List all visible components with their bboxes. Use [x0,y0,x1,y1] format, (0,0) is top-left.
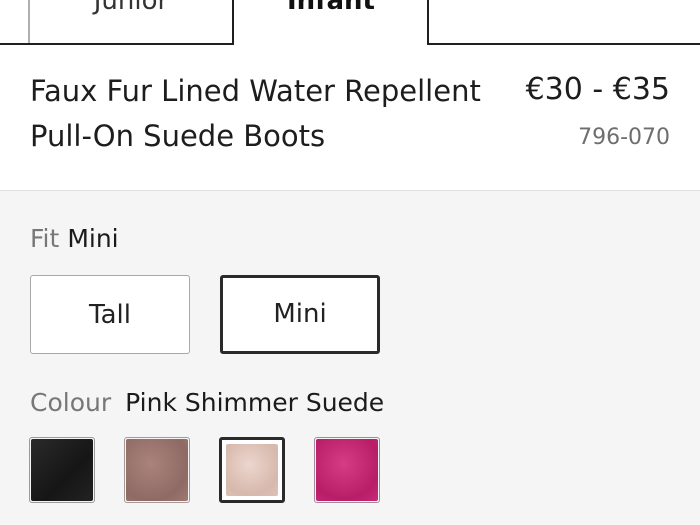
swatch-fill [31,439,93,501]
tab-infant[interactable]: Infant [234,0,428,16]
tab-active-border [232,0,234,45]
colour-swatch-black[interactable] [29,437,95,503]
swatch-fill [126,439,188,501]
product-page: Junior Infant Faux Fur Lined Water Repel… [0,0,700,525]
colour-swatch-magenta[interactable] [314,437,380,503]
colour-swatch-taupe[interactable] [124,437,190,503]
product-price: €30 - €35 [525,72,670,107]
colour-selected-value: Pink Shimmer Suede [125,388,385,417]
product-title: Faux Fur Lined Water Repellent Pull-On S… [30,74,481,153]
fit-label-row: Fit Mini [30,223,119,255]
swatch-fill [226,444,278,496]
options-panel: Fit Mini Tall Mini Colour Pink Shimmer Sue… [0,191,700,525]
tab-active-border [427,0,429,45]
fit-selected-value: Mini [67,224,119,253]
swatch-fill [316,439,378,501]
age-tabs: Junior Infant [0,0,700,45]
colour-swatch-pink-shimmer[interactable] [219,437,285,503]
tab-junior[interactable]: Junior [30,0,232,16]
fit-option-mini[interactable]: Mini [220,275,380,354]
colour-label-row: Colour Pink Shimmer Suede [30,387,384,419]
product-header: Faux Fur Lined Water Repellent Pull-On S… [0,45,700,190]
fit-label: Fit [30,224,60,253]
product-code: 796-070 [578,125,670,150]
fit-option-tall[interactable]: Tall [30,275,190,354]
colour-label: Colour [30,388,112,417]
